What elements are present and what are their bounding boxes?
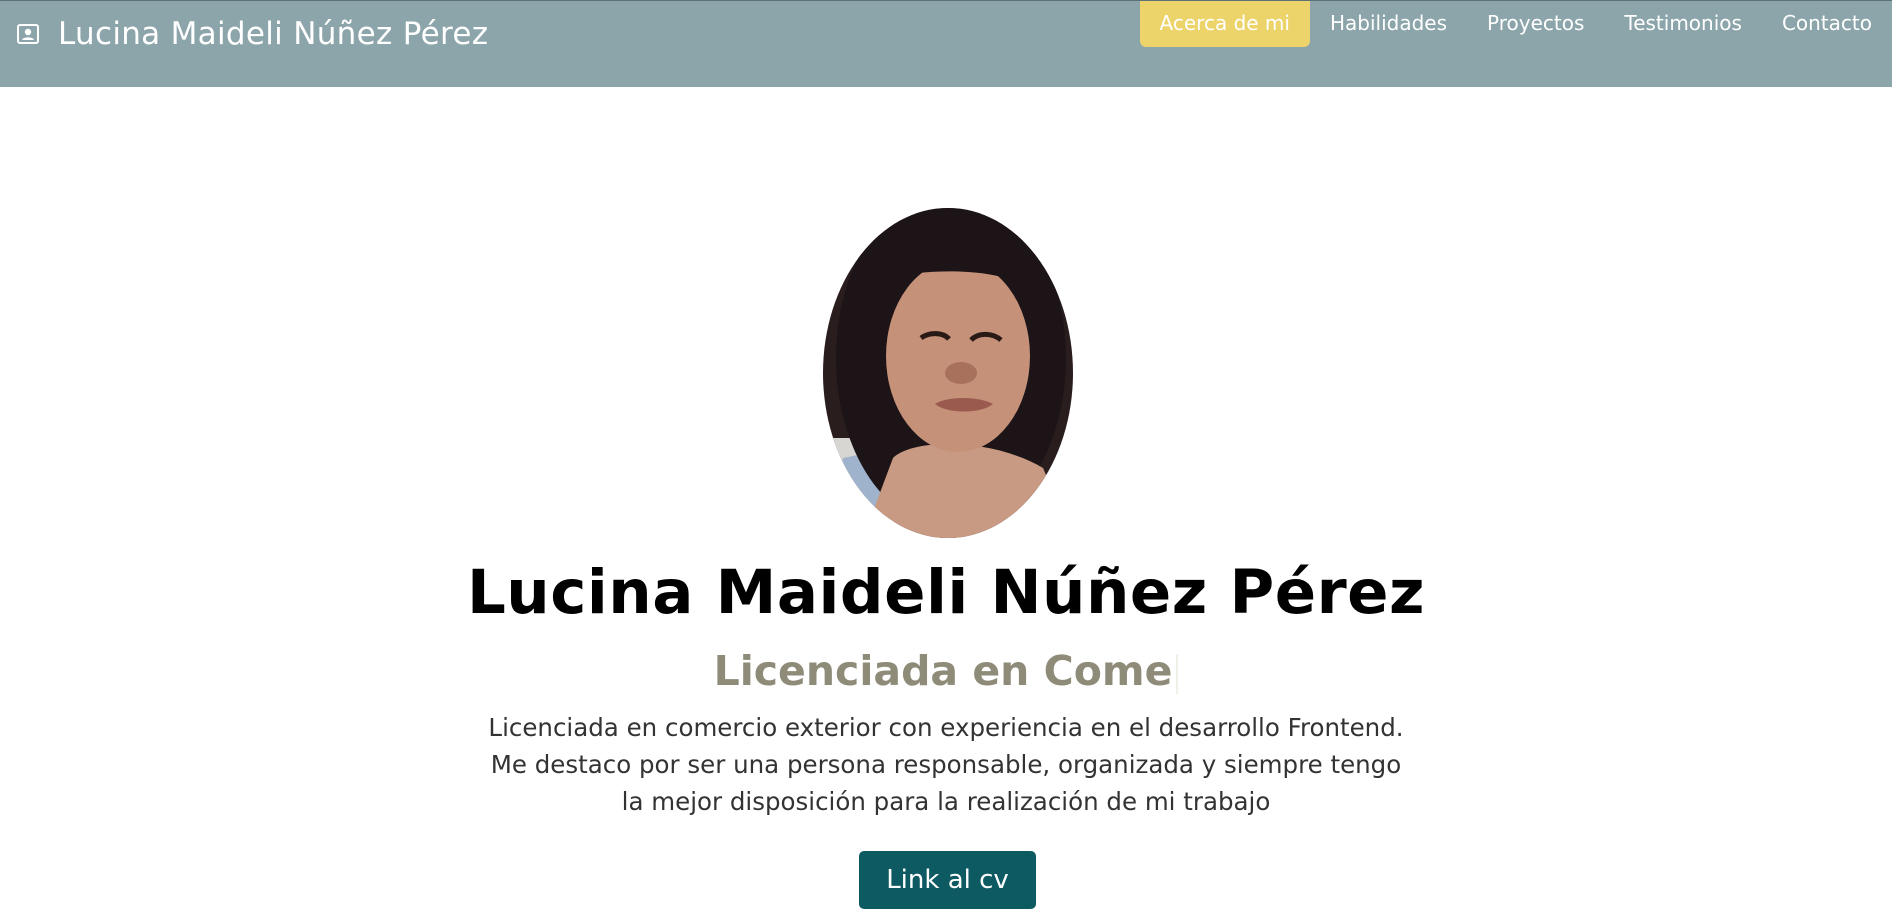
hero-description: Licenciada en comercio exterior con expe…: [446, 709, 1446, 820]
nav-link-habilidades[interactable]: Habilidades: [1310, 1, 1467, 47]
nav-link-acerca[interactable]: Acerca de mi: [1139, 1, 1310, 47]
nav-link-contacto[interactable]: Contacto: [1762, 1, 1892, 47]
nav-link-proyectos[interactable]: Proyectos: [1467, 1, 1604, 47]
hero-section: Lucina Maideli Núñez Pérez Licenciada en…: [0, 87, 1892, 909]
hero-role-text: Licenciada en Come: [713, 647, 1173, 695]
profile-photo: [823, 208, 1073, 538]
brand-link[interactable]: Lucina Maideli Núñez Pérez: [17, 15, 488, 53]
navbar: Lucina Maideli Núñez Pérez Acerca de mi …: [0, 0, 1892, 87]
description-line: Me destaco por ser una persona responsab…: [490, 750, 1402, 779]
hero-role-typed: Licenciada en Come: [0, 647, 1892, 695]
nav-link-testimonios[interactable]: Testimonios: [1604, 1, 1762, 47]
nav-links: Acerca de mi Habilidades Proyectos Testi…: [1139, 1, 1892, 47]
description-line: la mejor disposición para la realización…: [621, 787, 1271, 816]
brand-name: Lucina Maideli Núñez Pérez: [58, 16, 489, 52]
cv-link-button[interactable]: Link al cv: [859, 851, 1036, 909]
hero-name: Lucina Maideli Núñez Pérez: [466, 557, 1426, 628]
typing-cursor: [1176, 654, 1179, 694]
description-line: Licenciada en comercio exterior con expe…: [488, 713, 1404, 742]
person-badge-icon: [17, 24, 39, 44]
profile-photo-illustration: [823, 208, 1073, 538]
